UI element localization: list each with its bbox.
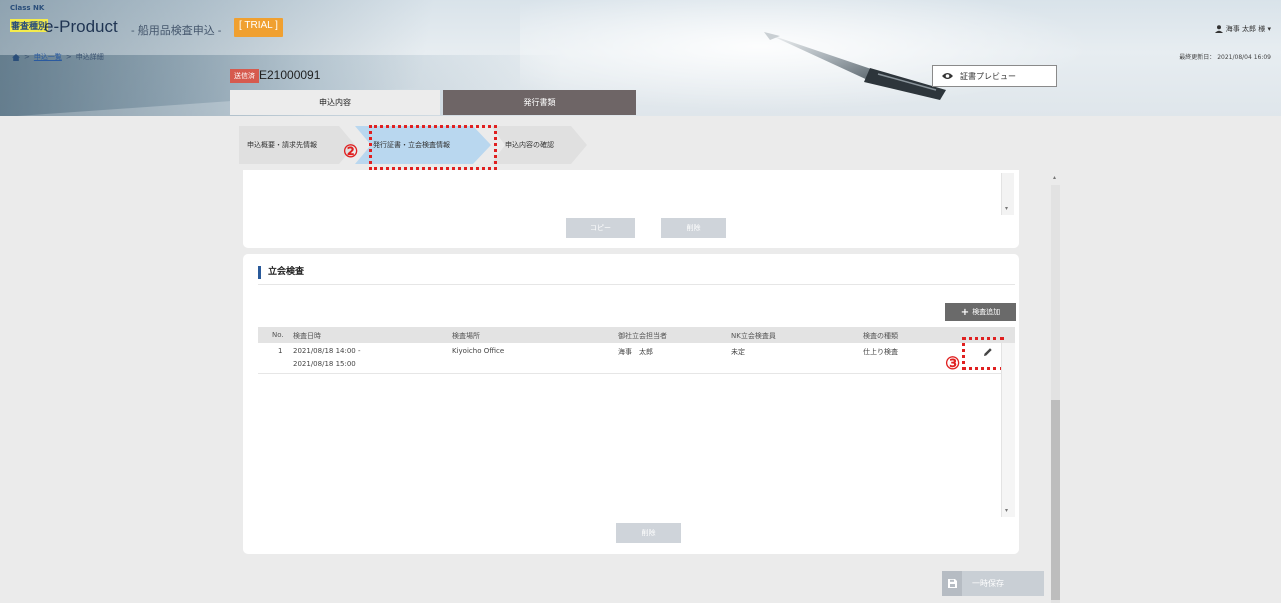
- breadcrumb-separator: >: [65, 53, 72, 61]
- section-divider: [258, 284, 1015, 285]
- application-id: E21000091: [259, 68, 321, 82]
- certificate-preview-button[interactable]: 証書プレビュー: [932, 65, 1057, 87]
- floppy-disk-icon: [942, 571, 962, 596]
- scroll-down-arrow[interactable]: ▾: [1005, 205, 1008, 212]
- cell-datetime-start: 2021/08/18 14:00 -: [293, 347, 361, 355]
- section-title: 立会検査: [258, 266, 304, 279]
- add-inspection-button[interactable]: + 検査追加: [945, 303, 1016, 321]
- tab-issued-documents[interactable]: 発行書類: [443, 90, 636, 115]
- user-icon: [1214, 25, 1223, 33]
- user-menu[interactable]: 海事 太郎 様 ▾: [1214, 24, 1271, 34]
- cell-nk-inspector: 未定: [731, 348, 745, 356]
- app-subtitle: - 船用品検査申込 -: [131, 25, 222, 37]
- step-label: 申込概要・請求先情報: [247, 141, 317, 149]
- column-header: NK立会検査員: [731, 332, 776, 340]
- add-inspection-label: 検査追加: [972, 308, 1001, 316]
- app-title[interactable]: e-Product: [44, 17, 118, 37]
- cell-place: Kiyoicho Office: [452, 347, 505, 355]
- page-scrollbar-thumb[interactable]: [1051, 400, 1060, 600]
- annotation-highlight-step: [369, 125, 497, 170]
- inspection-panel: [243, 254, 1019, 554]
- header-banner: Class NK 審査種別 e-Product - 船用品検査申込 - [ TR…: [0, 0, 1281, 116]
- plus-icon: +: [960, 306, 970, 318]
- page-scroll-up-arrow[interactable]: ▴: [1053, 174, 1056, 181]
- last-updated: 最終更新日： 2021/08/04 16:09: [1179, 54, 1271, 61]
- cell-company-contact: 海事 太郎: [618, 348, 653, 356]
- delete-button[interactable]: 削除: [661, 218, 726, 238]
- step-confirm[interactable]: 申込内容の確認: [491, 126, 587, 164]
- tab-application-content[interactable]: 申込内容: [230, 90, 440, 115]
- annotation-highlight-edit: [962, 337, 1004, 370]
- status-badge: 送信済: [230, 69, 259, 83]
- eye-icon: [942, 73, 953, 79]
- brand-small: Class NK: [10, 4, 45, 12]
- column-header: 検査の種類: [863, 332, 898, 340]
- annotation-number-3: ③: [945, 354, 961, 373]
- step-label: 申込内容の確認: [505, 141, 554, 149]
- trial-badge: [ TRIAL ]: [234, 18, 283, 37]
- home-icon[interactable]: [12, 53, 20, 61]
- cell-no: 1: [278, 347, 283, 355]
- temporary-save-button[interactable]: 一時保存: [942, 571, 1044, 596]
- step-overview[interactable]: 申込概要・請求先情報: [239, 126, 355, 164]
- table-scrollbar[interactable]: [1001, 343, 1015, 517]
- table-header: No. 検査日時 検査場所 御社立会担当者 NK立会検査員 検査の種類: [258, 327, 1015, 343]
- breadcrumb-separator: >: [24, 53, 30, 61]
- page: Class NK 審査種別 e-Product - 船用品検査申込 - [ TR…: [0, 0, 1281, 603]
- table-row[interactable]: 1 2021/08/18 14:00 - 2021/08/18 15:00 Ki…: [258, 343, 1015, 374]
- cell-datetime-end: 2021/08/18 15:00: [293, 360, 356, 368]
- scroll-down-arrow[interactable]: ▾: [1005, 507, 1008, 514]
- column-header: 検査日時: [293, 332, 321, 340]
- delete-inspection-button[interactable]: 削除: [616, 523, 681, 543]
- brand-badge: 審査種別: [10, 19, 49, 32]
- column-header: 御社立会担当者: [618, 332, 667, 340]
- annotation-number-2: ②: [343, 142, 359, 161]
- copy-button[interactable]: コピー: [566, 218, 635, 238]
- breadcrumb-list-link[interactable]: 申込一覧: [34, 52, 62, 62]
- save-label: 一時保存: [972, 579, 1004, 588]
- column-header: 検査場所: [452, 332, 480, 340]
- cell-type: 仕上り検査: [863, 348, 898, 356]
- preview-label: 証書プレビュー: [960, 71, 1016, 81]
- breadcrumb-current: 申込詳細: [75, 53, 104, 61]
- user-name: 海事 太郎 様 ▾: [1225, 25, 1271, 33]
- fountain-pen-illustration: [764, 32, 946, 100]
- column-header: No.: [272, 331, 284, 339]
- breadcrumb: > 申込一覧 > 申込詳細: [12, 52, 104, 62]
